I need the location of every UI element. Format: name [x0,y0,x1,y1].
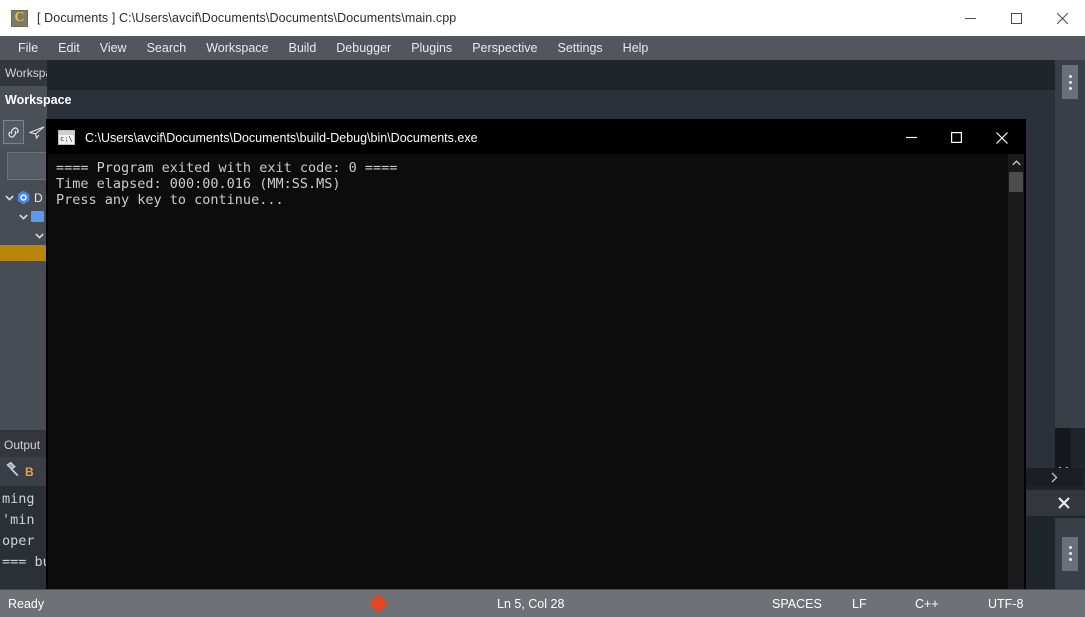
logs-kebab-menu-icon[interactable] [1062,536,1078,571]
workspace-panel-title: Workspace [0,86,71,114]
output-subtab-label: B [25,464,34,479]
console-scroll-up-icon[interactable] [1008,154,1024,171]
menu-item-build[interactable]: Build [278,38,326,58]
console-scrollbar-track[interactable] [1008,154,1024,617]
menu-item-settings[interactable]: Settings [548,38,613,58]
tree-row[interactable]: D [0,188,47,207]
output-log-body[interactable]: ming 'min oper === build completed succe… [0,486,47,589]
tab-workspace[interactable]: Workspace [0,66,47,80]
language-mode[interactable]: C++ [915,597,939,611]
minimize-icon[interactable] [947,0,993,36]
menu-item-search[interactable]: Search [137,38,197,58]
console-window: c:\ C:\Users\avcif\Documents\Documents\b… [47,120,1025,617]
menu-item-plugins[interactable]: Plugins [401,38,462,58]
line-ending[interactable]: LF [852,597,867,611]
tree-row[interactable] [0,207,47,226]
window-titlebar: C [ Documents ] C:\Users\avcif\Documents… [0,0,1085,36]
console-line: Time elapsed: 000:00.016 (MM:SS.MS) [56,176,341,192]
file-encoding[interactable]: UTF-8 [988,597,1023,611]
workspace-dock: Workspace Workspace [0,60,71,430]
console-scrollbar-thumb[interactable] [1009,172,1023,192]
console-title: C:\Users\avcif\Documents\Documents\build… [85,130,478,145]
chevron-down-icon[interactable] [32,226,46,245]
folder-icon [30,209,45,224]
tree-row[interactable] [0,245,47,261]
menu-item-file[interactable]: File [8,38,48,58]
workspace-title-label: Workspace [5,93,72,107]
maximize-icon[interactable] [993,0,1039,36]
link-icon[interactable] [3,120,24,144]
application-window: C [ Documents ] C:\Users\avcif\Documents… [0,0,1085,617]
app-logo-icon: C [11,9,28,27]
menubar: File Edit View Search Workspace Build De… [0,36,1085,60]
cmd-icon-text: c:\ [60,135,73,143]
caret-position[interactable]: Ln 5, Col 28 [497,597,564,611]
build-result-prefix: === build completed [2,554,47,570]
output-log-line: ming [2,491,35,507]
status-message: Ready [8,596,45,611]
output-subtab-build[interactable]: B [0,457,47,486]
window-controls [947,0,1085,36]
console-output[interactable]: ==== Program exited with exit code: 0 ==… [48,154,1024,617]
cmd-icon: c:\ [58,130,75,145]
kebab-menu-icon[interactable] [1062,65,1078,99]
chevron-down-icon[interactable] [16,207,30,226]
editor-hscroll-right-icon[interactable] [1025,468,1083,487]
right-rail [1055,60,1085,428]
workspace-tabbar: Workspace [0,60,47,86]
console-titlebar: c:\ C:\Users\avcif\Documents\Documents\b… [48,121,1024,154]
tab-output[interactable]: Output [0,438,40,452]
tree-item-label: D [34,190,43,205]
logs-right-rail [1055,518,1085,589]
output-dock: Output B ming 'min oper === build comple… [0,433,47,589]
console-window-controls [889,121,1024,154]
console-line: Press any key to continue... [56,192,284,208]
close-icon[interactable] [1039,0,1085,36]
menu-item-view[interactable]: View [90,38,137,58]
console-close-icon[interactable] [979,121,1024,154]
indent-mode[interactable]: SPACES [772,597,822,611]
console-minimize-icon[interactable] [889,121,934,154]
logs-close-icon[interactable] [1051,490,1077,516]
menu-item-debugger[interactable]: Debugger [326,38,401,58]
console-line: ==== Program exited with exit code: 0 ==… [56,160,398,176]
hammer-icon [4,461,21,483]
project-icon [16,190,31,205]
workspace-tree: D [0,188,47,298]
build-result-line: === build completed successfully (0 erro… [0,552,47,573]
output-log-line: oper [2,533,35,549]
console-maximize-icon[interactable] [934,121,979,154]
menu-item-perspective[interactable]: Perspective [462,38,547,58]
workspace-toolbar [0,114,47,150]
output-tabbar: Output [0,433,47,457]
window-title: [ Documents ] C:\Users\avcif\Documents\D… [37,11,457,25]
main-body: Workspace Workspace [0,60,1085,617]
statusbar: Ready Ln 5, Col 28 SPACES LF C++ UTF-8 [0,589,1085,617]
menu-item-workspace[interactable]: Workspace [196,38,278,58]
send-icon[interactable] [27,120,48,144]
tree-row[interactable] [0,226,47,245]
menu-item-help[interactable]: Help [613,38,659,58]
menu-item-edit[interactable]: Edit [48,38,90,58]
chevron-down-icon[interactable] [2,188,16,207]
output-log-line: 'min [2,512,35,528]
modified-indicator [369,594,388,613]
